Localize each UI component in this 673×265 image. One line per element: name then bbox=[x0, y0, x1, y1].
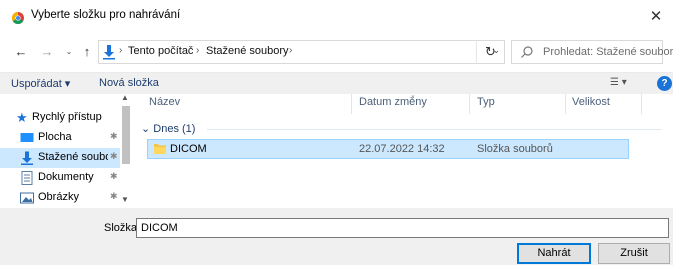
forward-button[interactable]: → bbox=[38, 43, 56, 61]
sidebar-item-label: Dokumenty bbox=[38, 171, 94, 183]
download-icon bbox=[103, 45, 115, 60]
organize-button[interactable]: Uspořádat ▾ bbox=[11, 77, 70, 90]
address-bar[interactable]: › Tento počítač › Stažené soubory › ⌄ bbox=[98, 40, 505, 64]
column-header-size[interactable]: Velikost bbox=[572, 96, 610, 114]
sidebar-scrollbar[interactable]: ▲ ▼ bbox=[120, 93, 132, 208]
column-header-name[interactable]: Název bbox=[149, 96, 180, 114]
download-icon bbox=[21, 151, 33, 165]
file-date: 22.07.2022 14:32 bbox=[359, 143, 445, 155]
breadcrumb-this-pc[interactable]: Tento počítač bbox=[128, 45, 193, 57]
search-placeholder: Prohledat: Stažené soubory bbox=[543, 46, 673, 58]
sidebar-item-desktop[interactable]: Plocha ✱ bbox=[0, 128, 120, 148]
navigation-pane: ★ Rychlý přístup Plocha ✱ Stažené soubor… bbox=[0, 93, 132, 208]
sidebar-item-quick-access[interactable]: ★ Rychlý přístup bbox=[0, 108, 120, 128]
folder-icon bbox=[154, 144, 166, 154]
folder-label: Složka: bbox=[104, 222, 141, 234]
breadcrumb-downloads[interactable]: Stažené soubory bbox=[206, 45, 289, 57]
sidebar-item-label: Plocha bbox=[38, 131, 72, 143]
view-options-icon[interactable]: ☰ ▾ bbox=[610, 77, 627, 88]
pin-icon: ✱ bbox=[110, 191, 118, 201]
search-icon bbox=[521, 46, 533, 58]
breadcrumb-separator: › bbox=[289, 45, 293, 56]
refresh-icon: ↻ bbox=[485, 44, 496, 59]
sidebar-item-label: Stažené soubory bbox=[38, 151, 108, 163]
breadcrumb-separator: › bbox=[196, 45, 200, 56]
upload-button[interactable]: Nahrát bbox=[517, 243, 591, 264]
pin-icon: ✱ bbox=[110, 131, 118, 141]
column-divider[interactable] bbox=[641, 94, 642, 114]
star-icon: ★ bbox=[16, 110, 28, 125]
group-header-today[interactable]: ⌄ Dnes (1) bbox=[141, 122, 195, 135]
scroll-down-icon[interactable]: ▼ bbox=[121, 195, 129, 204]
file-list: Název ⌄ Datum změny Typ Velikost ⌄ Dnes … bbox=[132, 92, 673, 208]
refresh-button[interactable]: ↻ bbox=[476, 40, 504, 64]
up-button[interactable]: ↑ bbox=[78, 43, 96, 61]
arrow-right-icon: → bbox=[40, 44, 54, 59]
column-header-date[interactable]: Datum změny bbox=[359, 96, 427, 114]
close-icon: ✕ bbox=[649, 8, 663, 25]
column-divider[interactable] bbox=[351, 94, 352, 114]
recent-locations-button[interactable]: ⌄ bbox=[60, 43, 78, 61]
dialog-footer: Složka: Nahrát Zrušit bbox=[0, 208, 673, 265]
column-divider[interactable] bbox=[565, 94, 566, 114]
folder-name-input[interactable] bbox=[136, 218, 669, 238]
file-type: Složka souborů bbox=[477, 143, 553, 155]
back-button[interactable]: ← bbox=[12, 43, 30, 61]
pin-icon: ✱ bbox=[110, 151, 118, 161]
document-icon bbox=[21, 171, 33, 185]
column-header-type[interactable]: Typ bbox=[477, 96, 495, 114]
window-title: Vyberte složku pro nahrávání bbox=[31, 9, 181, 21]
pictures-icon bbox=[20, 192, 34, 204]
search-input[interactable]: Prohledat: Stažené soubory bbox=[511, 40, 673, 64]
group-label: Dnes (1) bbox=[153, 123, 196, 135]
cancel-button[interactable]: Zrušit bbox=[598, 243, 670, 264]
group-divider bbox=[207, 129, 662, 130]
desktop-icon bbox=[20, 133, 34, 142]
close-button[interactable]: ✕ bbox=[639, 0, 673, 34]
breadcrumb-separator: › bbox=[119, 45, 123, 56]
sidebar-item-downloads[interactable]: Stažené soubory ✱ bbox=[0, 148, 120, 168]
arrow-left-icon: ← bbox=[14, 44, 28, 59]
chevron-down-icon: ⌄ bbox=[65, 47, 73, 56]
help-icon[interactable]: ? bbox=[657, 76, 672, 91]
sidebar-item-pictures[interactable]: Obrázky ✱ bbox=[0, 188, 120, 208]
chevron-down-icon: ⌄ bbox=[141, 123, 151, 135]
scrollbar-thumb[interactable] bbox=[122, 106, 130, 164]
sidebar-item-documents[interactable]: Dokumenty ✱ bbox=[0, 168, 120, 188]
chrome-icon bbox=[12, 12, 24, 24]
new-folder-button[interactable]: Nová složka bbox=[99, 77, 159, 89]
title-bar: Vyberte složku pro nahrávání ✕ bbox=[0, 0, 673, 34]
arrow-up-icon: ↑ bbox=[83, 44, 91, 59]
sidebar-item-label: Rychlý přístup bbox=[32, 111, 102, 123]
scroll-up-icon[interactable]: ▲ bbox=[121, 93, 129, 102]
file-row[interactable]: DICOM 22.07.2022 14:32 Složka souborů bbox=[147, 139, 629, 159]
command-toolbar: Uspořádat ▾ Nová složka ☰ ▾ ? bbox=[0, 72, 673, 94]
column-divider[interactable] bbox=[469, 94, 470, 114]
sidebar-item-label: Obrázky bbox=[38, 191, 79, 203]
pin-icon: ✱ bbox=[110, 171, 118, 181]
file-name: DICOM bbox=[170, 143, 207, 155]
